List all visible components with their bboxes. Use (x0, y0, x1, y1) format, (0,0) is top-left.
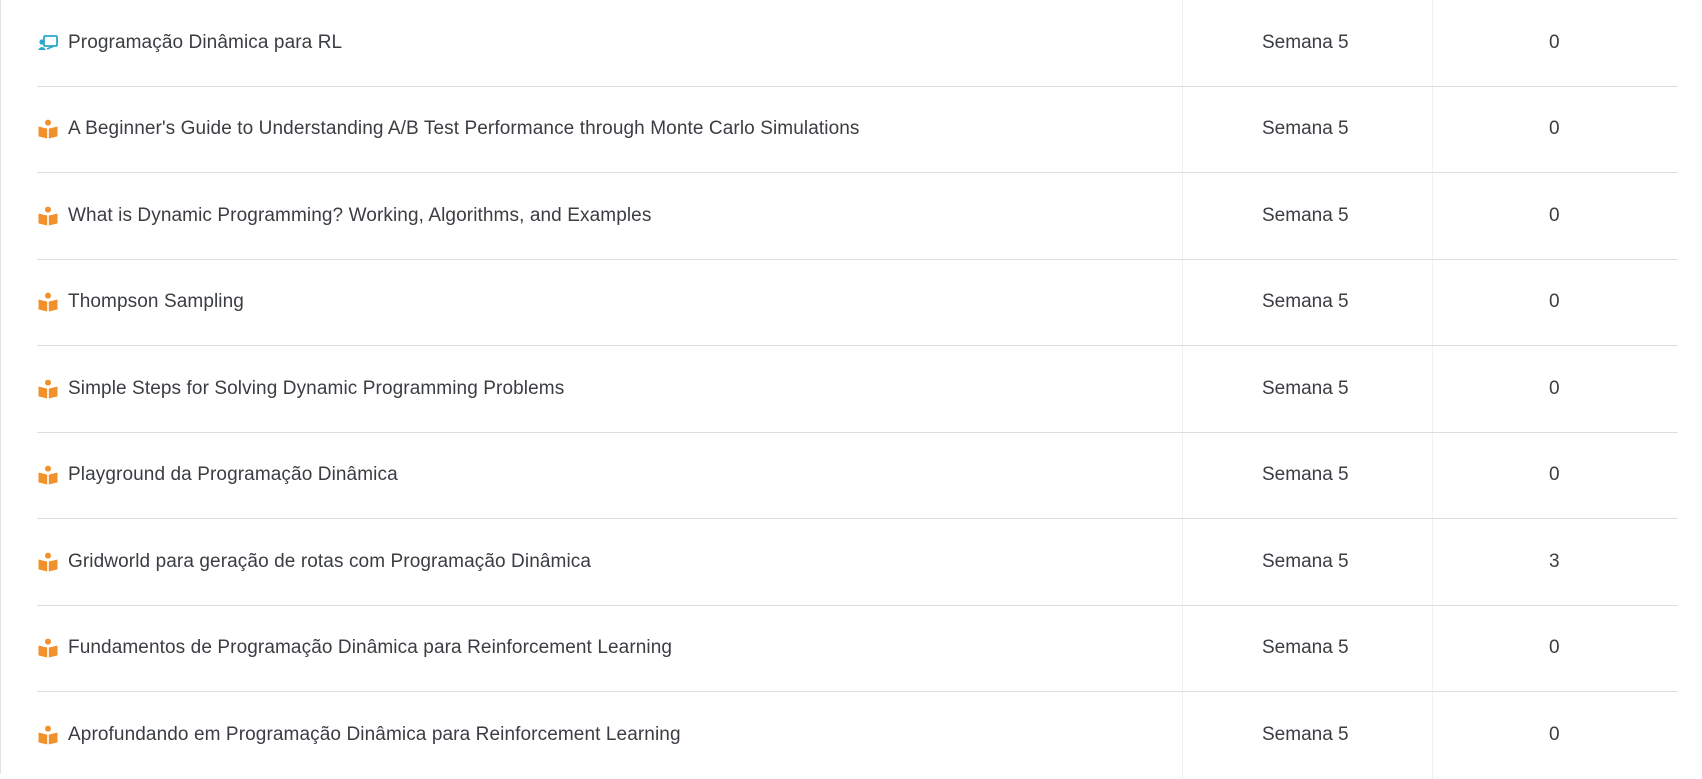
reading-icon (37, 206, 59, 226)
activity-name[interactable]: Thompson Sampling (68, 291, 244, 313)
activity-name[interactable]: Programação Dinâmica para RL (68, 32, 342, 54)
column-divider (1432, 173, 1433, 259)
reading-icon (37, 638, 59, 658)
reading-icon (37, 465, 59, 485)
activity-count: 0 (1549, 118, 1560, 140)
activity-name[interactable]: Aprofundando em Programação Dinâmica par… (68, 724, 681, 746)
column-divider (1432, 259, 1433, 345)
activity-name[interactable]: Gridworld para geração de rotas com Prog… (68, 551, 591, 573)
activity-count: 0 (1549, 291, 1560, 313)
activity-count: 0 (1549, 637, 1560, 659)
column-divider (1182, 605, 1183, 691)
column-divider (1182, 519, 1183, 605)
reading-icon (37, 292, 59, 312)
activity-name[interactable]: Playground da Programação Dinâmica (68, 464, 398, 486)
activity-link[interactable]: Thompson Sampling (37, 260, 244, 346)
activity-link[interactable]: Aprofundando em Programação Dinâmica par… (37, 692, 681, 779)
activity-row: Playground da Programação Dinâmica Semana… (37, 432, 1678, 519)
column-divider (1182, 692, 1183, 779)
column-divider (1432, 605, 1433, 691)
activity-row: Simple Steps for Solving Dynamic Program… (37, 346, 1678, 433)
activity-week: Semana 5 (1262, 724, 1349, 746)
activity-link[interactable]: Programação Dinâmica para RL (37, 0, 342, 86)
activity-count: 0 (1549, 724, 1560, 746)
column-divider (1182, 86, 1183, 172)
column-divider (1182, 173, 1183, 259)
activity-count: 0 (1549, 204, 1560, 226)
activity-week: Semana 5 (1262, 204, 1349, 226)
activity-name[interactable]: Simple Steps for Solving Dynamic Program… (68, 378, 564, 400)
activity-count: 0 (1549, 31, 1560, 53)
column-divider (1432, 432, 1433, 518)
activity-link[interactable]: Simple Steps for Solving Dynamic Program… (37, 346, 564, 432)
column-divider (1182, 259, 1183, 345)
activity-link[interactable]: Fundamentos de Programação Dinâmica para… (37, 606, 672, 692)
activity-count: 3 (1549, 550, 1560, 572)
activity-week: Semana 5 (1262, 637, 1349, 659)
activity-week: Semana 5 (1262, 377, 1349, 399)
reading-icon (37, 379, 59, 399)
activity-row: A Beginner's Guide to Understanding A/B … (37, 86, 1678, 173)
presentation-icon (37, 33, 59, 53)
activity-link[interactable]: Playground da Programação Dinâmica (37, 433, 398, 519)
panel-left-border (0, 0, 1, 774)
activity-row: Programação Dinâmica para RL Semana 5 0 (37, 0, 1678, 87)
activity-link[interactable]: Gridworld para geração de rotas com Prog… (37, 519, 591, 605)
activity-link[interactable]: A Beginner's Guide to Understanding A/B … (37, 87, 860, 173)
activity-table: Programação Dinâmica para RL Semana 5 0 A B… (37, 0, 1678, 779)
reading-icon (37, 552, 59, 572)
activity-week: Semana 5 (1262, 550, 1349, 572)
column-divider (1432, 519, 1433, 605)
activity-row: What is Dynamic Programming? Working, Al… (37, 173, 1678, 260)
activity-name[interactable]: What is Dynamic Programming? Working, Al… (68, 205, 651, 227)
column-divider (1182, 0, 1183, 86)
activity-name[interactable]: A Beginner's Guide to Understanding A/B … (68, 118, 860, 140)
activity-link[interactable]: What is Dynamic Programming? Working, Al… (37, 173, 651, 259)
column-divider (1432, 692, 1433, 779)
column-divider (1432, 346, 1433, 432)
activity-week: Semana 5 (1262, 291, 1349, 313)
activity-week: Semana 5 (1262, 118, 1349, 140)
column-divider (1182, 432, 1183, 518)
activity-count: 0 (1549, 377, 1560, 399)
reading-icon (37, 725, 59, 745)
activity-row: Aprofundando em Programação Dinâmica par… (37, 692, 1678, 779)
column-divider (1432, 86, 1433, 172)
activity-count: 0 (1549, 464, 1560, 486)
reading-icon (37, 119, 59, 139)
activity-week: Semana 5 (1262, 464, 1349, 486)
activity-list-panel: Programação Dinâmica para RL Semana 5 0 A B… (0, 0, 1702, 779)
column-divider (1182, 346, 1183, 432)
activity-row: Fundamentos de Programação Dinâmica para… (37, 605, 1678, 692)
activity-row: Gridworld para geração de rotas com Prog… (37, 519, 1678, 606)
column-divider (1432, 0, 1433, 86)
activity-name[interactable]: Fundamentos de Programação Dinâmica para… (68, 637, 672, 659)
activity-week: Semana 5 (1262, 31, 1349, 53)
activity-row: Thompson Sampling Semana 5 0 (37, 259, 1678, 346)
